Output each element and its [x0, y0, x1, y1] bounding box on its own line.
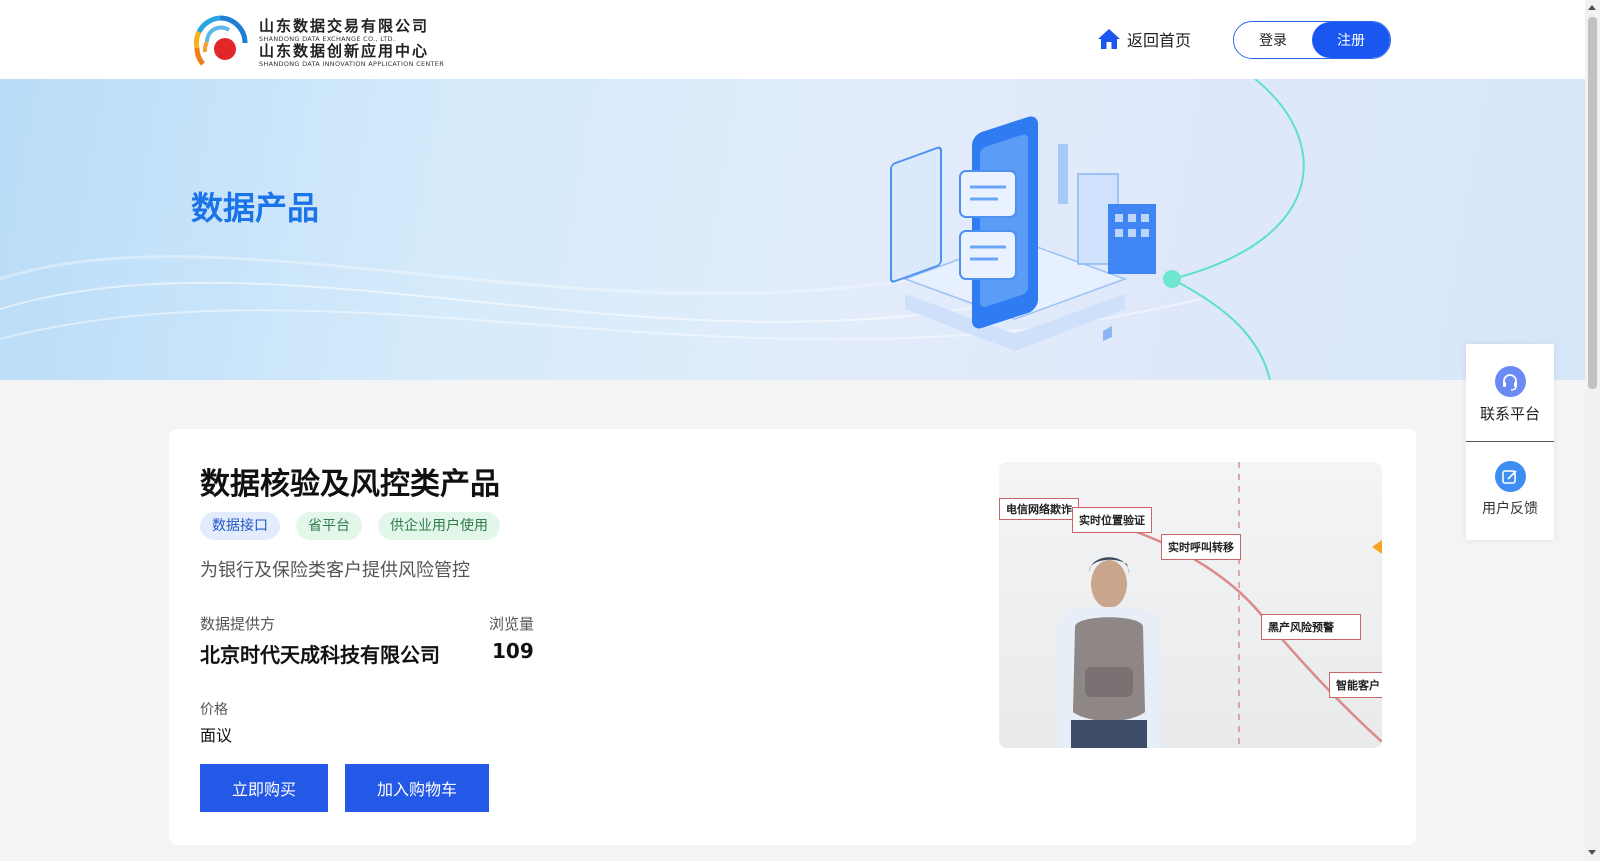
add-to-cart-button[interactable]: 加入购物车	[345, 764, 489, 812]
edit-icon	[1494, 461, 1526, 492]
home-link[interactable]: 返回首页	[1097, 27, 1191, 51]
logo-mark-icon	[193, 15, 248, 66]
logo-line1-cn: 山东数据交易有限公司	[259, 17, 430, 35]
scroll-down-arrow-icon[interactable]	[1588, 850, 1596, 855]
logo-line2-en: SHANDONG DATA INNOVATION APPLICATION CEN…	[259, 60, 445, 68]
tag-api: 数据接口	[200, 512, 280, 540]
scroll-up-arrow-icon[interactable]	[1588, 5, 1596, 10]
tag-province-platform: 省平台	[296, 512, 362, 540]
logo-line2-cn: 山东数据创新应用中心	[259, 42, 430, 60]
auth-buttons: 登录 注册	[1233, 21, 1391, 59]
tag-enterprise-users: 供企业用户使用	[378, 512, 500, 540]
user-feedback-label: 用户反馈	[1482, 501, 1538, 517]
site-logo[interactable]: 山东数据交易有限公司 SHANDONG DATA EXCHANGE CO., L…	[189, 12, 444, 74]
price-label: 价格	[200, 702, 228, 718]
image-label-call-forward: 实时呼叫转移	[1161, 534, 1241, 560]
page-scrollbar[interactable]	[1585, 0, 1600, 861]
contact-platform-label: 联系平台	[1479, 405, 1540, 423]
price-value: 面议	[200, 726, 233, 745]
contact-platform-button[interactable]: 联系平台	[1466, 366, 1554, 424]
scroll-thumb[interactable]	[1588, 17, 1597, 389]
provider-label: 数据提供方	[200, 615, 276, 633]
login-button[interactable]: 登录	[1234, 22, 1312, 58]
provider-value: 北京时代天成科技有限公司	[200, 643, 440, 667]
page-banner: 数据产品	[0, 79, 1585, 380]
views-value: 109	[492, 639, 534, 663]
user-feedback-button[interactable]: 用户反馈	[1466, 461, 1554, 518]
home-link-label: 返回首页	[1127, 31, 1192, 50]
headset-icon	[1494, 366, 1526, 397]
product-title: 数据核验及风控类产品	[200, 467, 500, 502]
product-tags: 数据接口 省平台 供企业用户使用	[200, 512, 500, 540]
banner-illustration	[0, 79, 1305, 380]
image-label-telecom-fraud: 电信网络欺诈	[999, 498, 1079, 520]
floating-side-panel: 联系平台 用户反馈	[1466, 344, 1554, 540]
product-image: 电信网络欺诈 实时位置验证 实时呼叫转移 黑产风险预警 智能客户	[999, 462, 1382, 748]
home-icon	[1098, 29, 1120, 49]
top-header: 山东数据交易有限公司 SHANDONG DATA EXCHANGE CO., L…	[0, 0, 1585, 79]
page-title: 数据产品	[191, 189, 320, 227]
product-card: 数据核验及风控类产品 数据接口 省平台 供企业用户使用 为银行及保险类客户提供风…	[169, 429, 1416, 845]
float-divider	[1466, 441, 1554, 442]
image-label-location-verify: 实时位置验证	[1072, 507, 1152, 533]
product-description: 为银行及保险类客户提供风险管控	[200, 560, 470, 581]
person-illustration	[1057, 557, 1161, 748]
image-label-smart-customer: 智能客户	[1329, 672, 1382, 698]
image-label-black-market-warning: 黑产风险预警	[1261, 614, 1361, 640]
register-button[interactable]: 注册	[1312, 22, 1390, 58]
buy-now-button[interactable]: 立即购买	[200, 764, 328, 812]
views-label: 浏览量	[489, 615, 535, 633]
